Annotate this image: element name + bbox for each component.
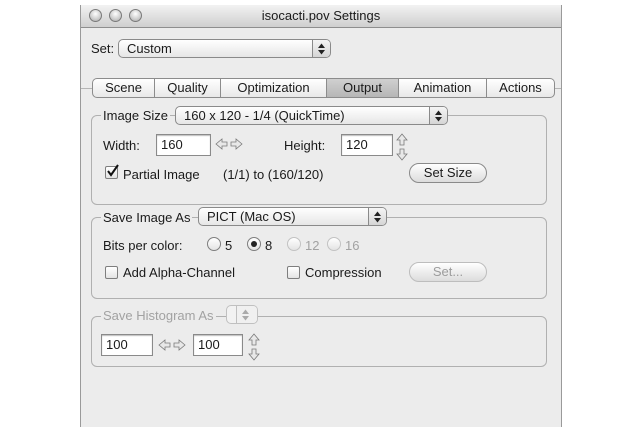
histogram-label: Save Histogram As [101,308,216,323]
height-field[interactable]: 120 [341,134,393,156]
set-size-button[interactable]: Set Size [409,163,487,183]
checkmark-icon [107,164,119,177]
partial-image-label: Partial Image [123,167,200,182]
histogram-popup [226,305,258,324]
tab-actions[interactable]: Actions [487,78,555,98]
up-down-arrows-icon[interactable] [395,133,409,161]
image-size-popup-value: 160 x 120 - 1/4 (QuickTime) [184,108,345,123]
width-label: Width: [103,138,140,153]
set-popup[interactable]: Custom [118,39,331,58]
tab-scene[interactable]: Scene [92,78,155,98]
tab-bar: Scene Quality Optimization Output Animat… [92,78,555,98]
width-field[interactable]: 160 [156,134,211,156]
bits-label-8: 8 [265,238,273,253]
histogram-field-1[interactable]: 100 [101,334,153,356]
radio-selected-dot [251,241,257,247]
height-label: Height: [284,138,326,153]
bits-label-12: 12 [305,238,320,253]
popup-arrows-icon [312,40,330,57]
histogram-field-2[interactable]: 100 [193,334,243,356]
bits-radio-16 [327,237,341,251]
set-compression-button: Set... [409,262,487,282]
settings-window: isocacti.pov Settings Set: Custom Scene … [80,5,562,427]
tab-quality[interactable]: Quality [155,78,221,98]
tab-animation[interactable]: Animation [399,78,487,98]
bits-radio-12 [287,237,301,251]
set-label: Set: [91,41,115,56]
left-right-arrows-icon[interactable] [158,339,186,351]
bits-radio-5[interactable] [207,237,221,251]
tab-output[interactable]: Output [327,78,399,98]
save-image-group [91,217,547,299]
window-title: isocacti.pov Settings [261,8,381,23]
bits-radio-8[interactable] [247,237,261,251]
range-text: (1/1) to (160/120) [223,167,324,182]
left-right-arrows-icon[interactable] [215,138,243,150]
image-size-popup[interactable]: 160 x 120 - 1/4 (QuickTime) [175,106,448,125]
partial-image-checkbox[interactable] [105,164,119,179]
compression-checkbox[interactable] [287,266,300,279]
set-popup-value: Custom [127,41,172,56]
tab-optimization[interactable]: Optimization [221,78,327,98]
popup-arrows-icon [236,306,257,323]
bits-label-5: 5 [225,238,233,253]
popup-arrows-icon [429,107,447,124]
bits-per-color-label: Bits per color: [103,238,183,253]
image-size-group [91,115,547,205]
popup-arrows-icon [368,208,386,225]
add-alpha-label: Add Alpha-Channel [123,265,236,280]
bits-label-16: 16 [345,238,360,253]
compression-label: Compression [305,265,382,280]
image-size-label: Image Size [101,108,171,123]
save-format-value: PICT (Mac OS) [207,209,296,224]
title-bar[interactable]: isocacti.pov Settings [81,5,561,28]
save-image-label: Save Image As [101,210,193,225]
up-down-arrows-icon[interactable] [247,333,261,361]
add-alpha-checkbox[interactable] [105,266,118,279]
save-format-popup[interactable]: PICT (Mac OS) [198,207,387,226]
